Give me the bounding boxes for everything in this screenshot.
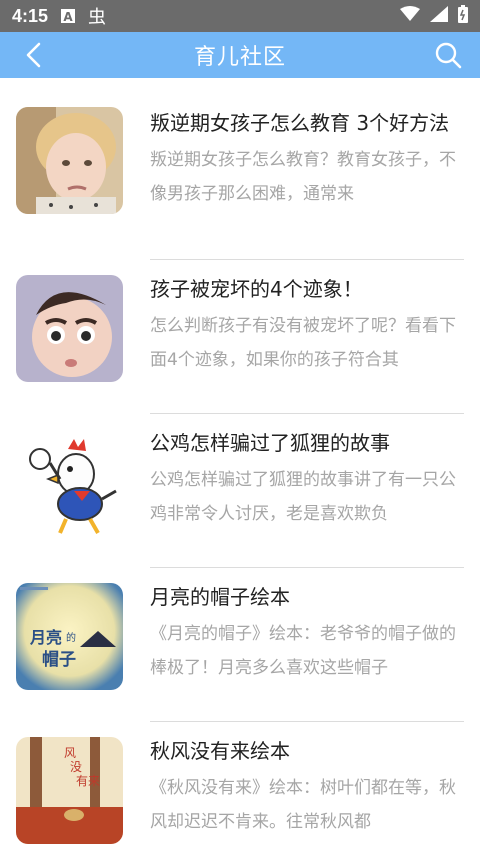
article-title: 公鸡怎样骗过了狐狸的故事	[150, 431, 390, 455]
svg-text:A: A	[63, 10, 73, 24]
search-button[interactable]	[432, 39, 464, 71]
search-icon	[435, 42, 462, 69]
article-thumbnail: 风 没 有来	[16, 737, 123, 844]
signal-icon	[430, 6, 448, 26]
back-chevron-icon	[26, 42, 41, 68]
svg-text:有来: 有来	[76, 774, 100, 788]
article-title: 叛逆期女孩子怎么教育 3个好方法	[150, 111, 450, 135]
article-title: 月亮的帽子绘本	[150, 585, 290, 609]
svg-text:的: 的	[66, 631, 76, 644]
battery-icon	[458, 5, 468, 27]
article-item[interactable]: 公鸡怎样骗过了狐狸的故事 公鸡怎样骗过了狐狸的故事讲了有一只公鸡非常令人讨厌，老…	[0, 414, 480, 568]
svg-text:月亮: 月亮	[29, 628, 62, 647]
a-box-icon: A	[60, 8, 76, 24]
article-thumbnail	[16, 429, 123, 536]
back-button[interactable]	[18, 40, 48, 70]
article-item[interactable]: 孩子被宠坏的4个迹象！ 怎么判断孩子有没有被宠坏了呢？看看下面4个迹象，如果你的…	[0, 260, 480, 414]
article-list: 叛逆期女孩子怎么教育 3个好方法 叛逆期女孩子怎么教育？教育女孩子，不像男孩子那…	[0, 78, 480, 853]
article-description: 公鸡怎样骗过了狐狸的故事讲了有一只公鸡非常令人讨厌，老是喜欢欺负	[150, 470, 456, 524]
svg-text:风: 风	[64, 746, 76, 760]
status-time: 4:15	[12, 5, 49, 26]
article-description: 《月亮的帽子》绘本：老爷爷的帽子做的棒极了！月亮多么喜欢这些帽子	[150, 624, 456, 678]
article-item[interactable]: 月亮 的 帽子 月亮的帽子绘本 《月亮的帽子》绘本：老爷爷的帽子做的棒极了！月亮…	[0, 568, 480, 722]
svg-text:帽子: 帽子	[42, 649, 76, 670]
article-title: 秋风没有来绘本	[150, 739, 290, 763]
article-item[interactable]: 叛逆期女孩子怎么教育 3个好方法 叛逆期女孩子怎么教育？教育女孩子，不像男孩子那…	[0, 78, 480, 260]
app-bar: 育儿社区	[0, 32, 480, 78]
article-item[interactable]: 风 没 有来 秋风没有来绘本 《秋风没有来》绘本：树叶们都在等，秋风却迟迟不肯来…	[0, 722, 480, 853]
article-thumbnail: 月亮 的 帽子	[16, 583, 123, 690]
article-thumbnail	[16, 107, 123, 214]
article-description: 《秋风没有来》绘本：树叶们都在等，秋风却迟迟不肯来。往常秋风都	[150, 778, 456, 832]
svg-text:虫: 虫	[88, 7, 106, 27]
bug-icon: 虫	[86, 5, 108, 27]
article-thumbnail	[16, 275, 123, 382]
wifi-icon	[400, 6, 420, 26]
article-title: 孩子被宠坏的4个迹象！	[150, 277, 363, 301]
status-bar: 4:15 A 虫	[0, 0, 480, 32]
page-title: 育儿社区	[193, 45, 286, 70]
article-description: 叛逆期女孩子怎么教育？教育女孩子，不像男孩子那么困难，通常来	[150, 150, 456, 204]
svg-text:没: 没	[70, 759, 82, 774]
article-description: 怎么判断孩子有没有被宠坏了呢？看看下面4个迹象，如果你的孩子符合其	[150, 316, 456, 370]
